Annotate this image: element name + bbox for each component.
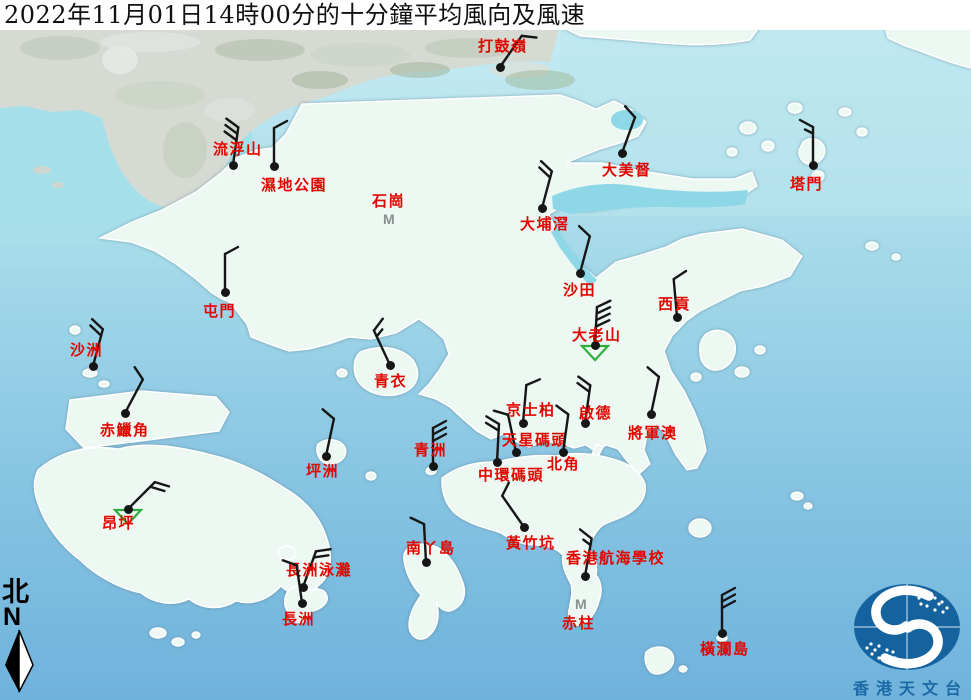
station-dot [718, 629, 727, 638]
station-dot [581, 572, 590, 581]
station-dot [322, 452, 331, 461]
station-dot [520, 523, 529, 532]
station-label: 赤柱 [562, 615, 595, 632]
station-label: 天星碼頭 [502, 432, 568, 449]
station-label: 青衣 [374, 373, 407, 390]
station-dot [221, 288, 230, 297]
station-label: 流浮山 [213, 141, 263, 158]
station-dot [270, 162, 279, 171]
map-title: 2022年11月01日14時00分的十分鐘平均風向及風速 [0, 3, 585, 27]
station-label: 長洲 [282, 611, 315, 628]
station-dot [647, 410, 656, 419]
maintenance-marker: M [575, 597, 587, 611]
station-label: 大老山 [572, 327, 622, 344]
station-label: 長洲泳灘 [286, 562, 352, 579]
station-dot [121, 409, 130, 418]
station-dot [519, 419, 528, 428]
station-dot [422, 558, 431, 567]
hko-logo-icon [847, 582, 967, 674]
station-label: 塔門 [790, 176, 823, 193]
compass-north-letter: N [3, 606, 38, 629]
station-dot [673, 313, 682, 322]
station-dot [386, 361, 395, 370]
station-label: 橫瀾島 [700, 641, 750, 658]
station-label: 啟德 [579, 405, 612, 422]
compass-north-hanzi: 北 [2, 579, 38, 606]
stations-layer: 打鼓嶺流浮山濕地公園 大美督塔門 M 石崗大埔滘沙田屯門 西貢沙洲 大老山青衣赤鱲角 京士柏… [0, 0, 971, 700]
station-dot [538, 204, 547, 213]
title-bar: 2022年11月01日14時00分的十分鐘平均風向及風速 [0, 0, 971, 30]
station-label: 大美督 [602, 162, 652, 179]
station-dot [299, 583, 308, 592]
station-dot [89, 362, 98, 371]
station-dot [496, 63, 505, 72]
station-label: 南丫島 [406, 540, 456, 557]
hko-logo: 香港天文台 HONG KONG OBSERVATORY [843, 582, 971, 700]
station-dot [618, 149, 627, 158]
station-dot [229, 161, 238, 170]
station-dot [429, 462, 438, 471]
hko-logo-name-zh: 香港天文台 [850, 679, 971, 699]
station-dot [576, 269, 585, 278]
station-label: 北角 [547, 456, 580, 473]
station-label: 沙田 [563, 282, 596, 299]
maintenance-marker: M [383, 212, 395, 226]
station-label: 黃竹坑 [506, 535, 556, 552]
compass-north: 北 N [2, 579, 38, 693]
station-label: 大埔滘 [520, 216, 570, 233]
station-label: 屯門 [203, 303, 236, 320]
station-label: 香港航海學校 [566, 550, 665, 567]
station-label: 中環碼頭 [478, 467, 544, 484]
compass-needle-icon [3, 629, 35, 693]
station-dot [124, 505, 133, 514]
station-label: 昂坪 [102, 515, 135, 532]
station-label: 京士柏 [506, 402, 556, 419]
station-dot [809, 161, 818, 170]
station-label: 沙洲 [70, 342, 103, 359]
station-label: 將軍澳 [628, 425, 678, 442]
station-label: 西貢 [658, 296, 691, 313]
station-label: 濕地公園 [261, 177, 327, 194]
station-label: 青洲 [414, 442, 447, 459]
station-label: 石崗 [372, 193, 405, 210]
station-label: 打鼓嶺 [478, 38, 528, 55]
station-dot [298, 599, 307, 608]
station-label: 坪洲 [306, 463, 339, 480]
wind-map-page: 打鼓嶺流浮山濕地公園 大美督塔門 M 石崗大埔滘沙田屯門 西貢沙洲 大老山青衣赤鱲角 京士柏… [0, 0, 971, 700]
station-label: 赤鱲角 [100, 422, 150, 439]
